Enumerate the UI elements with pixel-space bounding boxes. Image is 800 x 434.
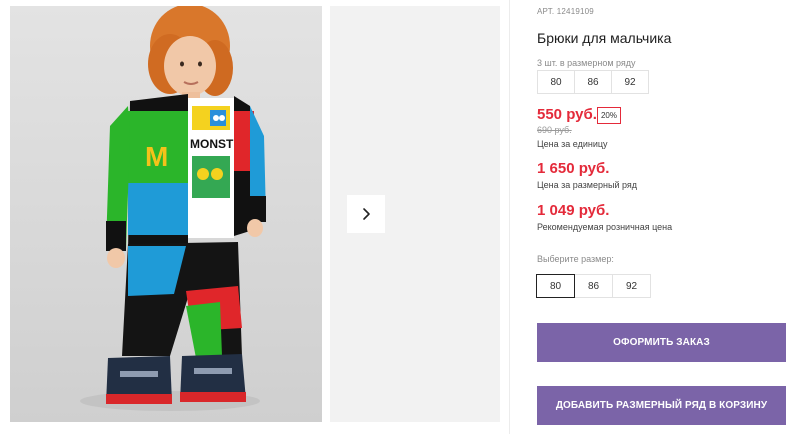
pack-size-92: 92: [611, 70, 649, 94]
pack-size-80: 80: [537, 70, 575, 94]
article-number: АРТ. 12419109: [537, 7, 594, 16]
column-divider: [509, 0, 510, 434]
checkout-button[interactable]: ОФОРМИТЬ ЗАКАЗ: [537, 323, 786, 362]
rrp-price: 1 049 руб.: [537, 202, 610, 219]
pack-size-label: 3 шт. в размерном ряду: [537, 58, 636, 68]
row-price: 1 650 руб.: [537, 160, 610, 177]
svg-text:M: M: [145, 141, 168, 172]
unit-price-label: Цена за единицу: [537, 139, 608, 149]
child-figure-illustration: MONSTER M: [10, 6, 322, 422]
product-title: Брюки для мальчика: [537, 30, 672, 46]
old-price: 690 руб.: [537, 125, 572, 135]
product-photo[interactable]: MONSTER M: [10, 6, 322, 422]
pack-size-86: 86: [574, 70, 612, 94]
unit-price: 550 руб.: [537, 106, 597, 123]
size-option-92[interactable]: 92: [612, 274, 651, 298]
chevron-right-icon: [363, 208, 370, 220]
size-option-80[interactable]: 80: [536, 274, 575, 298]
pack-sizes: 80 86 92: [537, 70, 649, 94]
row-price-label: Цена за размерный ряд: [537, 180, 638, 190]
discount-badge: 20%: [597, 107, 621, 124]
add-to-cart-button[interactable]: ДОБАВИТЬ РАЗМЕРНЫЙ РЯД В КОРЗИНУ: [537, 386, 786, 425]
gallery-next-button[interactable]: [347, 195, 385, 233]
size-select-label: Выберите размер:: [537, 254, 614, 264]
size-selector: 80 86 92: [536, 274, 651, 298]
size-option-86[interactable]: 86: [574, 274, 613, 298]
rrp-price-label: Рекомендуемая розничная цена: [537, 222, 673, 232]
